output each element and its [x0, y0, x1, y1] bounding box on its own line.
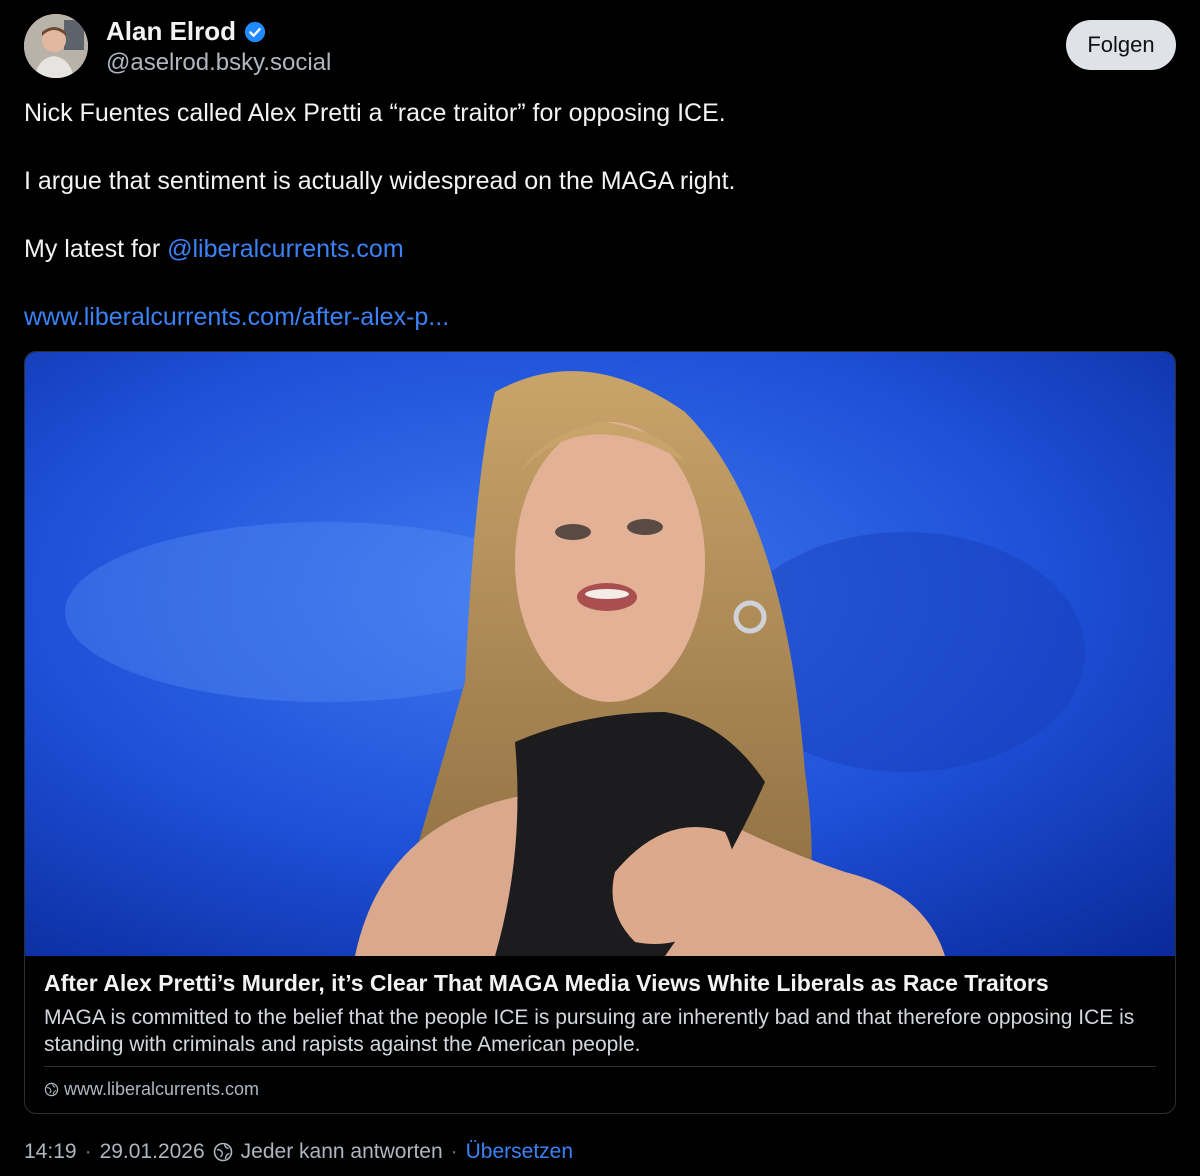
post-footer: 14:19 · 29.01.2026 Jeder kann antworten … [24, 1140, 573, 1164]
author-name[interactable]: Alan Elrod [106, 16, 266, 47]
reply-setting[interactable]: Jeder kann antworten [241, 1140, 443, 1164]
globe-icon [44, 1082, 59, 1097]
author-handle[interactable]: @aselrod.bsky.social [106, 49, 331, 77]
mention-link[interactable]: @liberalcurrents.com [167, 235, 404, 263]
post-time[interactable]: 14:19 [24, 1140, 77, 1164]
post-line-4: www.liberalcurrents.com/after-alex-p... [24, 300, 1174, 334]
author-name-text: Alan Elrod [106, 16, 237, 46]
translate-link[interactable]: Übersetzen [466, 1140, 573, 1164]
post-date[interactable]: 29.01.2026 [100, 1140, 205, 1164]
card-description: MAGA is committed to the belief that the… [44, 1006, 1135, 1056]
card-thumbnail-image [25, 352, 1175, 956]
card-divider [44, 1066, 1156, 1067]
article-url-link[interactable]: www.liberalcurrents.com/after-alex-p... [24, 303, 449, 331]
verified-badge-icon [244, 21, 266, 42]
post-line-3-prefix: My latest for [24, 235, 168, 263]
post-line-1: Nick Fuentes called Alex Pretti a “race … [24, 99, 726, 127]
separator-dot: · [450, 1140, 458, 1163]
link-preview-card[interactable]: After Alex Pretti’s Murder, it’s Clear T… [24, 351, 1176, 1114]
post-body: Nick Fuentes called Alex Pretti a “race … [24, 96, 1174, 368]
separator-dot: · [84, 1140, 92, 1163]
card-domain-text: www.liberalcurrents.com [64, 1079, 260, 1099]
post-line-2: I argue that sentiment is actually wides… [24, 167, 736, 195]
card-title: After Alex Pretti’s Murder, it’s Clear T… [44, 970, 1049, 996]
follow-button[interactable]: Folgen [1066, 20, 1176, 70]
card-domain: www.liberalcurrents.com [44, 1079, 259, 1100]
avatar[interactable] [24, 14, 88, 78]
globe-icon [213, 1142, 232, 1162]
post-header: Alan Elrod @aselrod.bsky.social Folgen [24, 14, 1176, 78]
post-line-3: My latest for @liberalcurrents.com [24, 232, 1174, 266]
